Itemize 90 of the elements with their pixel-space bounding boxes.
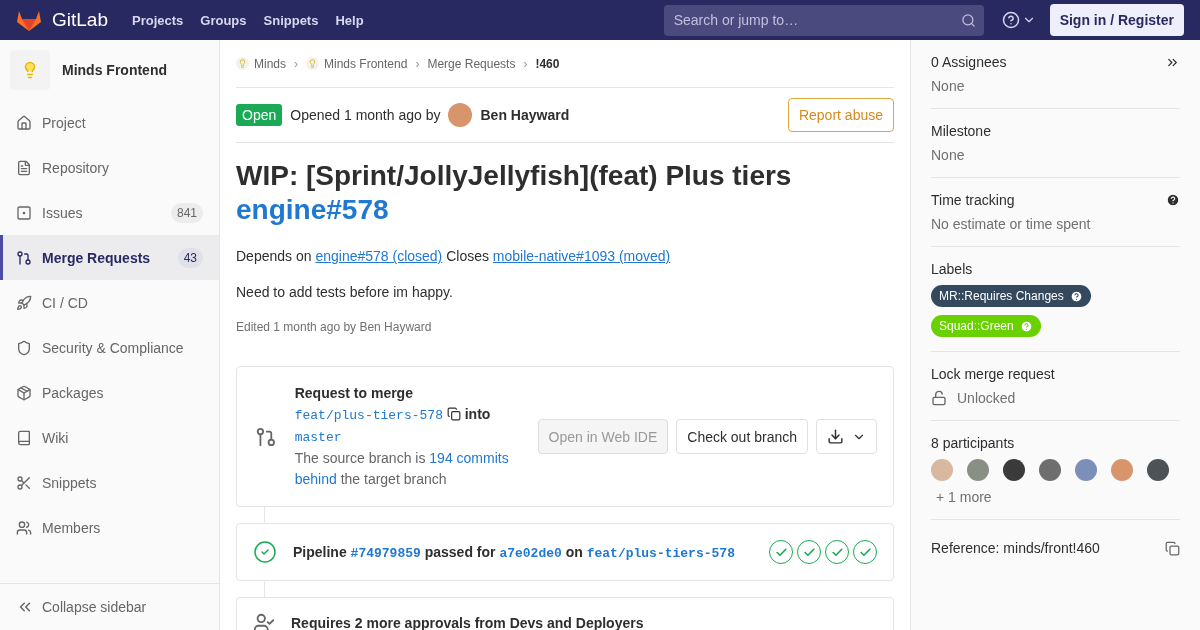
participant-avatar[interactable] [1039,459,1061,481]
time-tracking-value: No estimate or time spent [931,216,1092,232]
breadcrumb-link[interactable]: !460 [535,56,560,71]
sidebar-item-label: CI / CD [42,294,89,311]
participant-avatar[interactable] [1147,459,1169,481]
breadcrumb-link[interactable]: Minds Frontend [306,56,408,71]
document-icon [16,159,32,176]
assignees-title: 0 Assignees [931,54,1007,70]
issue-link[interactable]: engine#578 [236,193,389,225]
labels-title: Labels [931,261,974,277]
participants-title: 8 participants [931,435,1016,451]
breadcrumb-link[interactable]: Minds [236,56,286,71]
users-icon [16,519,32,536]
sidebar-item[interactable]: Merge Requests 43 [0,235,219,280]
pipeline-status: Pipeline #74979859 passed for a7e02de0 on feat/plus-tiers-578 [293,543,735,561]
sidebar-item[interactable]: Snippets [0,460,219,505]
sidebar-item-label: Snippets [42,474,98,491]
count-badge: 841 [170,202,203,223]
brand-name[interactable]: GitLab [52,9,108,31]
sidebar-item-label: Wiki [42,429,70,446]
label-tag[interactable]: MR::Requires Changes [931,285,1091,307]
sidebar-item[interactable]: Issues 841 [0,190,219,235]
sidebar-item[interactable]: Packages [0,370,219,415]
assignees-value: None [931,78,966,94]
issue-link[interactable]: mobile-native#1093 (moved) [492,248,671,265]
merge-info: Request to merge feat/plus-tiers-578 into master The source branch is 194 commits behind the target branch [294,384,510,490]
count-badge: 43 [177,247,203,268]
package-icon [16,384,32,401]
sidebar-item-label: Security & Compliance [42,339,185,356]
rocket-icon [16,294,32,311]
issue-link[interactable]: engine#578 (closed) [315,248,443,265]
sidebar-item[interactable]: Security & Compliance [0,325,219,370]
shield-icon [16,339,32,356]
sidebar-item[interactable]: Project [0,100,219,145]
lock-title: Lock merge request [931,366,1056,382]
description-text: Depends on engine#578 (closed) Closes mobile-native#1093 (moved) [236,248,672,265]
lock-status: Unlocked [957,390,1016,406]
sidebar-item-label: Issues [42,204,84,221]
search-field[interactable]: Search or jump to… [663,4,984,36]
search-input[interactable]: Search or jump to… [671,11,961,29]
avatar[interactable] [448,103,473,127]
sidebar-item[interactable]: Members [0,505,219,550]
sidebar-item[interactable]: Wiki [0,415,219,460]
status-badge: Open [236,104,283,126]
download-icon [827,428,844,446]
sidebar-item-label: Packages [42,384,105,401]
download-dropdown[interactable] [816,419,877,455]
user-check-icon [253,612,275,630]
lightbulb-icon [306,57,319,70]
breadcrumb-separator: › [294,56,298,71]
merge-request-icon [255,425,277,448]
collapse-sidebar-link[interactable]: Collapse sidebar [0,583,219,630]
nav-link[interactable]: Snippets [263,12,319,28]
checkout-branch-button[interactable]: Check out branch [676,419,808,455]
help-icon[interactable] [1069,289,1083,303]
milestone-title: Milestone [931,123,992,139]
merge-request-title: WIP: [Sprint/JollyJellyfish](feat) Plus tiers engine#578 [236,159,793,227]
edited-note: Edited 1 month ago by Ben Hayward [236,320,433,335]
more-participants-link[interactable]: + 1 more [931,489,1180,505]
copy-icon[interactable] [446,407,461,422]
sign-in-button[interactable]: Sign in / Register [1049,4,1184,36]
scissors-icon [16,474,32,491]
sidebar-item[interactable]: CI / CD [0,280,219,325]
participant-avatar[interactable] [1003,459,1025,481]
reference-text: Reference: minds/front!460 [931,540,1100,556]
opened-text: Opened 1 month ago by [290,107,441,123]
sidebar-item-label: Members [42,519,102,536]
milestone-value: None [931,147,966,163]
lightbulb-icon [236,57,249,70]
home-icon [16,114,32,131]
sidebar-item[interactable]: Repository [0,145,219,190]
project-name[interactable]: Minds Frontend [62,62,167,78]
nav-link[interactable]: Help [335,12,364,28]
breadcrumb-separator: › [415,56,420,71]
description-text: Need to add tests before im happy. [236,284,454,301]
nav-link[interactable]: Projects [132,12,184,28]
sidebar-item-label: Merge Requests [42,249,152,266]
merge-request-icon [16,249,32,266]
sidebar-item-label: Repository [42,159,110,176]
report-abuse-button[interactable]: Report abuse [787,98,894,132]
time-tracking-title: Time tracking [931,192,1015,208]
search-icon [960,12,976,28]
book-icon [16,429,32,446]
breadcrumb-separator: › [523,56,528,71]
breadcrumb-link[interactable]: Merge Requests [427,56,516,71]
nav-link[interactable]: Groups [200,12,247,28]
issues-icon [16,204,32,221]
sidebar-item-label: Project [42,114,87,131]
check-circle-icon [253,540,277,565]
author-link[interactable]: Ben Hayward [480,107,570,123]
